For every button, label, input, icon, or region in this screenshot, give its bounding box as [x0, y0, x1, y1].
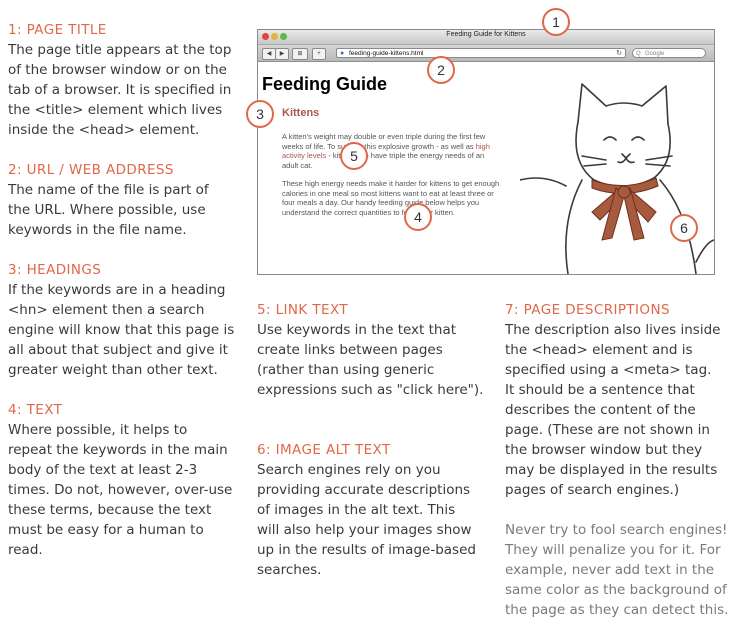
section-line: The name of the file is part of — [8, 182, 209, 198]
forward-icon: ▶ — [275, 48, 289, 60]
note-line: They will penalize you for it. For — [505, 542, 721, 558]
section-line: inside the <head> element. — [8, 122, 200, 138]
browser-titlebar: Feeding Guide for Kittens — [258, 30, 714, 45]
section-line: providing accurate descriptions — [257, 482, 471, 498]
right-column: 7: PAGE DESCRIPTIONS The description als… — [505, 300, 745, 620]
search-icon: Q — [636, 51, 641, 57]
section-line: The page title appears at the top — [8, 42, 232, 58]
bookmark-icon: ⊞ — [292, 48, 308, 60]
paragraph-line: adult cat. — [282, 160, 313, 170]
section-line: (rather than using generic — [257, 362, 435, 378]
page-link[interactable]: activity levels — [282, 151, 326, 160]
section-text: 4: TEXT Where possible, it helps to repe… — [8, 400, 243, 560]
globe-icon: ● — [340, 50, 345, 57]
section-line: all about that subject and give it — [8, 342, 228, 358]
section-line: the <title> element which lives — [8, 102, 223, 118]
warning-note: Never try to fool search engines! They w… — [505, 520, 745, 620]
section-line: the browser window but they — [505, 442, 703, 458]
section-line: the URL. Where possible, use — [8, 202, 206, 218]
callout-2: 2 — [427, 56, 455, 84]
note-line: the page as they can detect this. — [505, 602, 729, 618]
browser-search: Q Google — [632, 48, 706, 58]
back-icon: ◀ — [262, 48, 276, 60]
callout-3: 3 — [246, 100, 274, 128]
section-heading: 7: PAGE DESCRIPTIONS — [505, 302, 670, 318]
window-title: Feeding Guide for Kittens — [446, 31, 526, 38]
paragraph-line: activity levels - kittens can have tripl… — [282, 151, 485, 160]
section-line: body of the text at least 2-3 — [8, 462, 198, 478]
reload-icon: ↻ — [616, 50, 622, 57]
note-line: same color as the background of — [505, 582, 727, 598]
section-heading: 2: URL / WEB ADDRESS — [8, 162, 174, 178]
section-line: greater weight than other text. — [8, 362, 218, 378]
section-link-text: 5: LINK TEXT Use keywords in the text th… — [257, 300, 492, 400]
section-line: If the keywords are in a heading — [8, 282, 226, 298]
section-page-title: 1: PAGE TITLE The page title appears at … — [8, 20, 243, 140]
section-image-alt-text: 6: IMAGE ALT TEXT Search engines rely on… — [257, 440, 492, 580]
section-line: the <head> element and is — [505, 342, 693, 358]
section-heading: 1: PAGE TITLE — [8, 22, 107, 38]
paragraph-line: A kitten's weight may double or even tri… — [282, 132, 486, 141]
section-line: expressions such as "click here"). — [257, 382, 484, 398]
note-line: example, never add text in the — [505, 562, 715, 578]
section-line: describes the content of the — [505, 402, 696, 418]
section-heading: 4: TEXT — [8, 402, 63, 418]
section-line: specified using a <meta> tag. — [505, 362, 712, 378]
callout-4: 4 — [404, 203, 432, 231]
section-line: Where possible, it helps to — [8, 422, 188, 438]
section-line: searches. — [257, 562, 322, 578]
section-line: of images in the alt text. This — [257, 502, 456, 518]
section-line: must be easy for a human to — [8, 522, 204, 538]
section-headings: 3: HEADINGS If the keywords are in a hea… — [8, 260, 243, 380]
section-line: <hn> element then a search — [8, 302, 205, 318]
section-heading: 3: HEADINGS — [8, 262, 102, 278]
section-heading: 5: LINK TEXT — [257, 302, 349, 318]
section-line: The description also lives inside — [505, 322, 721, 338]
paragraph-line: calories in one meal so most kittens wan… — [282, 188, 494, 198]
section-line: may be displayed in the results — [505, 462, 718, 478]
section-heading: 6: IMAGE ALT TEXT — [257, 442, 391, 458]
page-paragraph-1: A kitten's weight may double or even tri… — [282, 132, 562, 170]
left-column: 1: PAGE TITLE The page title appears at … — [8, 20, 243, 560]
paragraph-line: These high energy needs make it harder f… — [282, 179, 500, 188]
section-line: repeat the keywords in the main — [8, 442, 228, 458]
section-line: page. (These are not shown in — [505, 422, 710, 438]
address-url: feeding-guide-kittens.html — [349, 50, 424, 57]
search-placeholder: Google — [645, 51, 665, 57]
section-line: Use keywords in the text that — [257, 322, 457, 338]
page-link[interactable]: high — [476, 142, 490, 151]
browser-mockup: Feeding Guide for Kittens ◀ ▶ ⊞ + ● feed… — [257, 29, 715, 275]
browser-toolbar: ◀ ▶ ⊞ + ● feeding-guide-kittens.html ↻ Q… — [258, 45, 714, 62]
section-line: these terms, because the text — [8, 502, 212, 518]
section-line: read. — [8, 542, 43, 558]
address-bar: ● feeding-guide-kittens.html ↻ — [336, 48, 626, 58]
callout-5: 5 — [340, 142, 368, 170]
section-line: up in the results of image-based — [257, 542, 476, 558]
section-url: 2: URL / WEB ADDRESS The name of the fil… — [8, 160, 243, 240]
callout-6: 6 — [670, 214, 698, 242]
paragraph-line: weeks of life. To support this explosive… — [282, 141, 490, 151]
page-subheading: Kittens — [282, 107, 320, 119]
section-line: It should be a sentence that — [505, 382, 695, 398]
callout-1: 1 — [542, 8, 570, 36]
section-line: will also help your images show — [257, 522, 472, 538]
section-line: pages of search engines.) — [505, 482, 680, 498]
section-line: keywords in the file name. — [8, 222, 187, 238]
section-line: engine will know that this page is — [8, 322, 235, 338]
section-line: tab of a browser. It is specified in — [8, 82, 232, 98]
section-line: times. Do not, however, over-use — [8, 482, 233, 498]
middle-column: 5: LINK TEXT Use keywords in the text th… — [257, 300, 492, 580]
page-heading: Feeding Guide — [262, 74, 388, 94]
new-tab-icon: + — [312, 48, 326, 60]
section-line: create links between pages — [257, 342, 443, 358]
browser-content: Feeding Guide Kittens A kitten's weight … — [258, 62, 714, 274]
note-line: Never try to fool search engines! — [505, 522, 728, 538]
section-line: Search engines rely on you — [257, 462, 441, 478]
section-line: of the browser window or on the — [8, 62, 227, 78]
